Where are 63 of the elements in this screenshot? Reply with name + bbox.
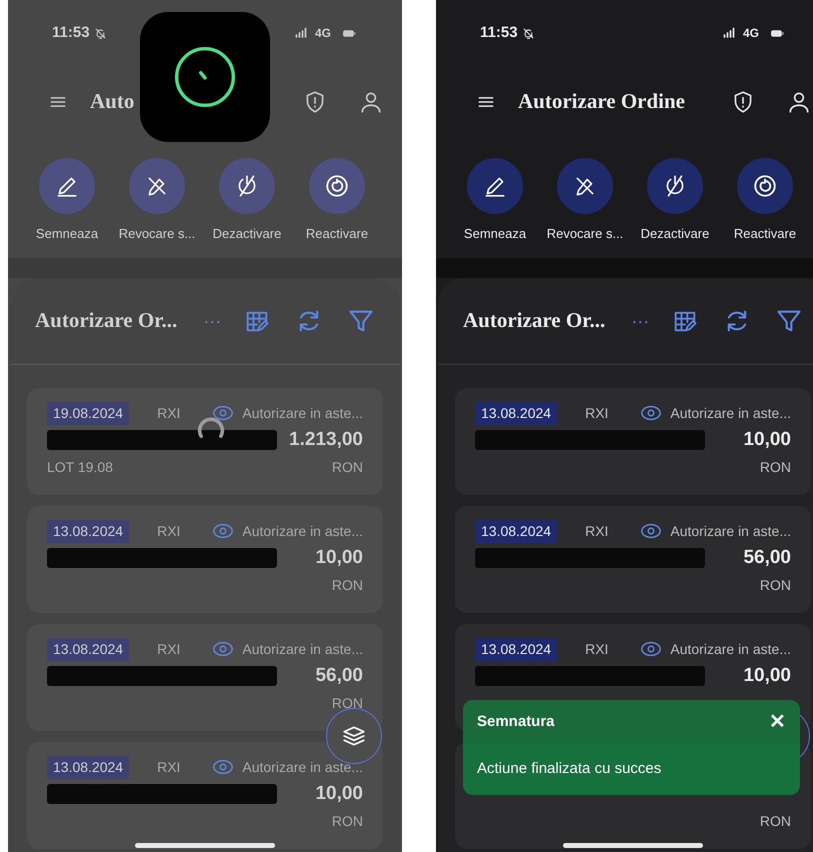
toast-message: Actiune finalizata cu succes	[476, 759, 662, 780]
order-note: LOT 19.08	[47, 458, 113, 476]
order-status: Autorizare in aste...	[670, 640, 791, 658]
bell-muted-icon	[522, 26, 535, 40]
panel-title: Autorizare Or...	[35, 307, 178, 334]
toast-title: Semnatura	[477, 712, 555, 732]
date-badge: 13.08.2024	[475, 638, 558, 660]
order-amount: 56,00	[743, 546, 791, 570]
order-code: RXI	[157, 758, 180, 776]
action-button[interactable]: Revocare s...	[112, 158, 202, 258]
bell-muted-icon	[94, 26, 107, 40]
action-button[interactable]: Reactivare	[720, 158, 810, 258]
order-status: Autorizare in aste...	[242, 758, 363, 776]
order-amount: 10,00	[315, 782, 363, 806]
order-code: RXI	[157, 404, 180, 422]
order-currency: RON	[760, 576, 791, 594]
order-code: RXI	[157, 640, 180, 658]
order-amount: 10,00	[743, 428, 791, 452]
date-badge: 13.08.2024	[475, 402, 558, 424]
status-time: 11:53	[480, 22, 518, 43]
network-label: 4G	[742, 25, 759, 42]
action-button[interactable]: Dezactivare	[202, 158, 292, 258]
date-badge: 13.08.2024	[475, 520, 558, 542]
order-amount: 10,00	[743, 664, 791, 688]
date-badge: 13.08.2024	[47, 638, 130, 660]
order-currency: RON	[332, 812, 363, 830]
order-card[interactable]: 13.08.2024 RXI Autorizare in aste... 10,00 RON	[27, 506, 383, 613]
order-card[interactable]: 13.08.2024 RXI Autorizare in aste... 10,00 RON	[455, 388, 811, 495]
action-button[interactable]: Semneaza	[450, 158, 540, 258]
date-badge: 13.08.2024	[47, 520, 130, 542]
order-code: RXI	[585, 522, 608, 540]
order-currency: RON	[332, 458, 363, 476]
screen-title: Autorizare Ordine	[518, 88, 685, 116]
order-currency: RON	[332, 694, 363, 712]
order-currency: RON	[760, 458, 791, 476]
screen-title: Auto	[90, 88, 134, 116]
network-label: 4G	[314, 25, 331, 42]
order-status: Autorizare in aste...	[242, 640, 363, 658]
status-time: 11:53	[52, 22, 90, 43]
panel-title: Autorizare Or...	[463, 307, 606, 334]
order-status: Autorizare in aste...	[670, 404, 791, 422]
more-button[interactable]: ···	[631, 308, 650, 334]
order-currency: RON	[332, 576, 363, 594]
action-button[interactable]: Dezactivare	[630, 158, 720, 258]
action-button[interactable]: Semneaza	[22, 158, 112, 258]
order-card[interactable]: 13.08.2024 RXI Autorizare in aste... 10,00 RON	[27, 742, 383, 849]
order-currency: RON	[760, 812, 791, 830]
order-card[interactable]: 13.08.2024 RXI Autorizare in aste... 56,00 RON	[455, 506, 811, 613]
order-card[interactable]: 19.08.2024 RXI Autorizare in aste... 1.213,00 LOT 19.08 RON	[27, 388, 383, 495]
order-code: RXI	[157, 522, 180, 540]
order-status: Autorizare in aste...	[670, 522, 791, 540]
order-status: Autorizare in aste...	[242, 404, 363, 422]
order-code: RXI	[585, 640, 608, 658]
order-amount: 1.213,00	[289, 428, 363, 452]
action-button[interactable]: Reactivare	[292, 158, 382, 258]
order-amount: 56,00	[315, 664, 363, 688]
order-status: Autorizare in aste...	[242, 522, 363, 540]
order-card[interactable]: 13.08.2024 RXI Autorizare in aste... 56,00 RON	[27, 624, 383, 731]
action-button[interactable]: Revocare s...	[540, 158, 630, 258]
order-amount: 10,00	[315, 546, 363, 570]
order-code: RXI	[585, 404, 608, 422]
date-badge: 19.08.2024	[47, 402, 130, 424]
date-badge: 13.08.2024	[47, 756, 130, 778]
